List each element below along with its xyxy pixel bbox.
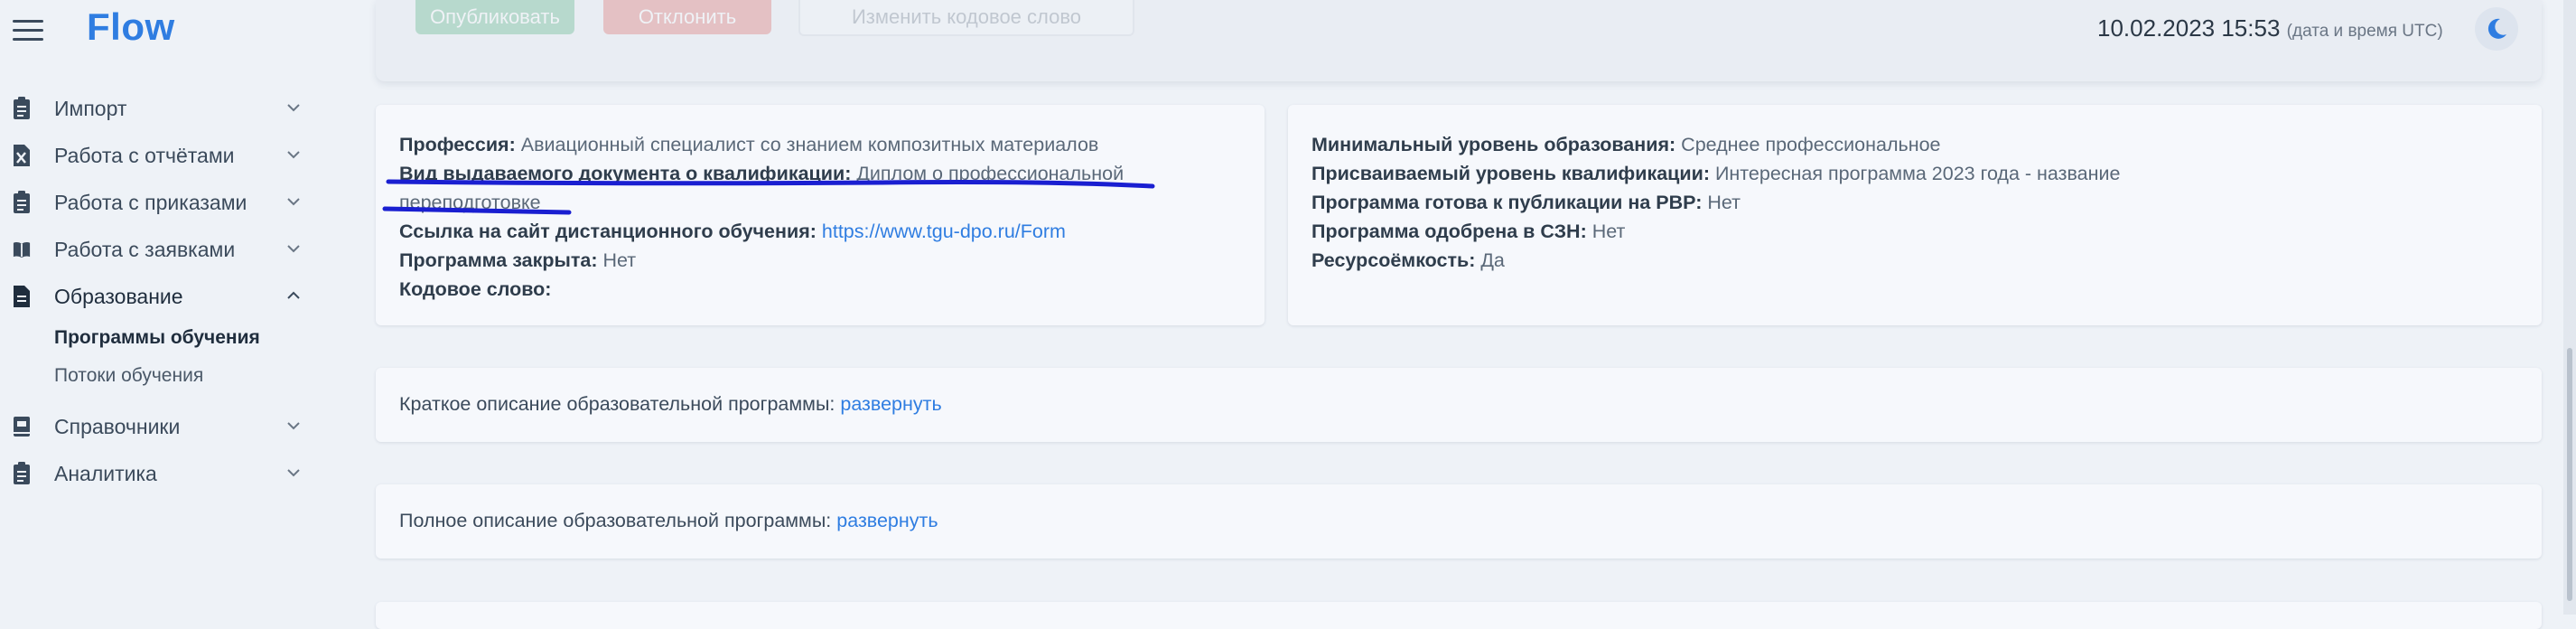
sidebar-item-label: Работа с приказами — [54, 190, 247, 214]
resource-row: Ресурсоёмкость: Да — [1311, 246, 1505, 275]
full-description-label: Полное описание образовательной программ… — [399, 510, 832, 531]
chevron-down-icon — [287, 198, 300, 206]
distance-learning-link[interactable]: https://www.tgu-dpo.ru/Form — [822, 221, 1066, 242]
book-icon — [14, 417, 30, 437]
program-details-right-card: Минимальный уровень образования: Среднее… — [1288, 105, 2542, 325]
hamburger-menu-icon[interactable] — [13, 20, 43, 42]
sidebar-subitem-programs[interactable]: Программы обучения — [54, 327, 260, 349]
distance-link-row: Ссылка на сайт дистанционного обучения: … — [399, 217, 1066, 246]
clipboard-icon — [14, 191, 30, 213]
chevron-down-icon — [287, 245, 300, 253]
sidebar-item-applications[interactable]: Работа с заявками — [0, 230, 343, 269]
min-education-label: Минимальный уровень образования: — [1311, 134, 1676, 155]
closed-label: Программа закрыта: — [399, 249, 598, 271]
resource-value: Да — [1480, 249, 1505, 271]
doc-type-label: Вид выдаваемого документа о квалификации… — [399, 163, 852, 184]
theme-toggle-button[interactable] — [2475, 7, 2518, 51]
sidebar-item-label: Работа с отчётами — [54, 143, 235, 167]
doc-type-row: Вид выдаваемого документа о квалификации… — [399, 159, 1124, 188]
min-education-value: Среднее профессиональное — [1681, 134, 1941, 155]
sidebar-item-analytics[interactable]: Аналитика — [0, 454, 343, 493]
qualification-label: Присваиваемый уровень квалификации: — [1311, 163, 1710, 184]
approved-row: Программа одобрена в СЗН: Нет — [1311, 217, 1625, 246]
scrollbar-thumb[interactable] — [2567, 348, 2572, 601]
excel-file-icon — [14, 145, 30, 166]
short-description-label: Краткое описание образовательной програм… — [399, 393, 835, 415]
sidebar-item-label: Аналитика — [54, 461, 157, 485]
qualification-row: Присваиваемый уровень квалификации: Инте… — [1311, 159, 2120, 188]
chevron-down-icon — [287, 104, 300, 112]
sidebar-item-reports[interactable]: Работа с отчётами — [0, 136, 343, 175]
sidebar-item-orders[interactable]: Работа с приказами — [0, 183, 343, 222]
full-description-expand-link[interactable]: развернуть — [836, 510, 938, 531]
profession-value: Авиационный специалист со знанием композ… — [520, 134, 1099, 155]
document-icon — [14, 286, 30, 307]
sidebar-item-import[interactable]: Импорт — [0, 89, 343, 128]
datetime-value: 10.02.2023 15:53 — [2097, 14, 2281, 42]
clipboard-icon — [14, 97, 30, 119]
moon-icon — [2487, 18, 2506, 39]
publish-ready-value: Нет — [1707, 192, 1741, 213]
doc-type-row-continuation: переподготовке — [399, 188, 541, 217]
profession-label: Профессия: — [399, 134, 516, 155]
resource-label: Ресурсоёмкость: — [1311, 249, 1476, 271]
codeword-label: Кодовое слово: — [399, 278, 552, 300]
book-icon — [13, 242, 31, 258]
change-codeword-button[interactable]: Изменить кодовое слово — [798, 0, 1134, 36]
short-description-card: Краткое описание образовательной програм… — [376, 368, 2542, 442]
program-details-left-card: Профессия: Авиационный специалист со зна… — [376, 105, 1265, 325]
app-logo[interactable]: Flow — [87, 5, 175, 49]
doc-type-value: Диплом о профессиональной — [856, 163, 1125, 184]
short-description-row: Краткое описание образовательной програм… — [399, 390, 942, 418]
profession-row: Профессия: Авиационный специалист со зна… — [399, 130, 1098, 159]
sidebar-item-label: Образование — [54, 284, 183, 308]
min-education-row: Минимальный уровень образования: Среднее… — [1311, 130, 1940, 159]
sidebar-item-label: Импорт — [54, 96, 127, 120]
sidebar-item-references[interactable]: Справочники — [0, 407, 343, 446]
publish-ready-row: Программа готова к публикации на РВР: Не… — [1311, 188, 1741, 217]
publish-button[interactable]: Опубликовать — [415, 0, 574, 34]
datetime-display: 10.02.2023 15:53 (дата и время UTC) — [2097, 14, 2443, 42]
full-description-row: Полное описание образовательной программ… — [399, 506, 938, 535]
approved-value: Нет — [1591, 221, 1626, 242]
next-section-card — [376, 602, 2542, 629]
distance-link-label: Ссылка на сайт дистанционного обучения: — [399, 221, 817, 242]
chevron-down-icon — [287, 422, 300, 430]
codeword-row: Кодовое слово: — [399, 275, 551, 304]
publish-ready-label: Программа готова к публикации на РВР: — [1311, 192, 1703, 213]
sidebar-subitem-streams[interactable]: Потоки обучения — [54, 365, 203, 387]
qualification-value: Интересная программа 2023 года - названи… — [1714, 163, 2121, 184]
closed-value: Нет — [602, 249, 637, 271]
approved-label: Программа одобрена в СЗН: — [1311, 221, 1587, 242]
doc-type-value-continued: переподготовке — [399, 192, 541, 213]
sidebar-item-label: Работа с заявками — [54, 237, 236, 261]
sidebar: Flow Импорт Работа с отчётами Работа с п… — [0, 0, 343, 615]
short-description-expand-link[interactable]: развернуть — [840, 393, 941, 415]
reject-button[interactable]: Отклонить — [603, 0, 771, 34]
chevron-up-icon — [287, 291, 300, 299]
sidebar-item-label: Справочники — [54, 414, 181, 438]
sidebar-item-education[interactable]: Образование — [0, 277, 343, 316]
clipboard-icon — [14, 462, 30, 484]
chevron-down-icon — [287, 469, 300, 477]
chevron-down-icon — [287, 151, 300, 159]
closed-row: Программа закрыта: Нет — [399, 246, 636, 275]
full-description-card: Полное описание образовательной программ… — [376, 484, 2542, 559]
datetime-note: (дата и время UTC) — [2286, 22, 2443, 41]
